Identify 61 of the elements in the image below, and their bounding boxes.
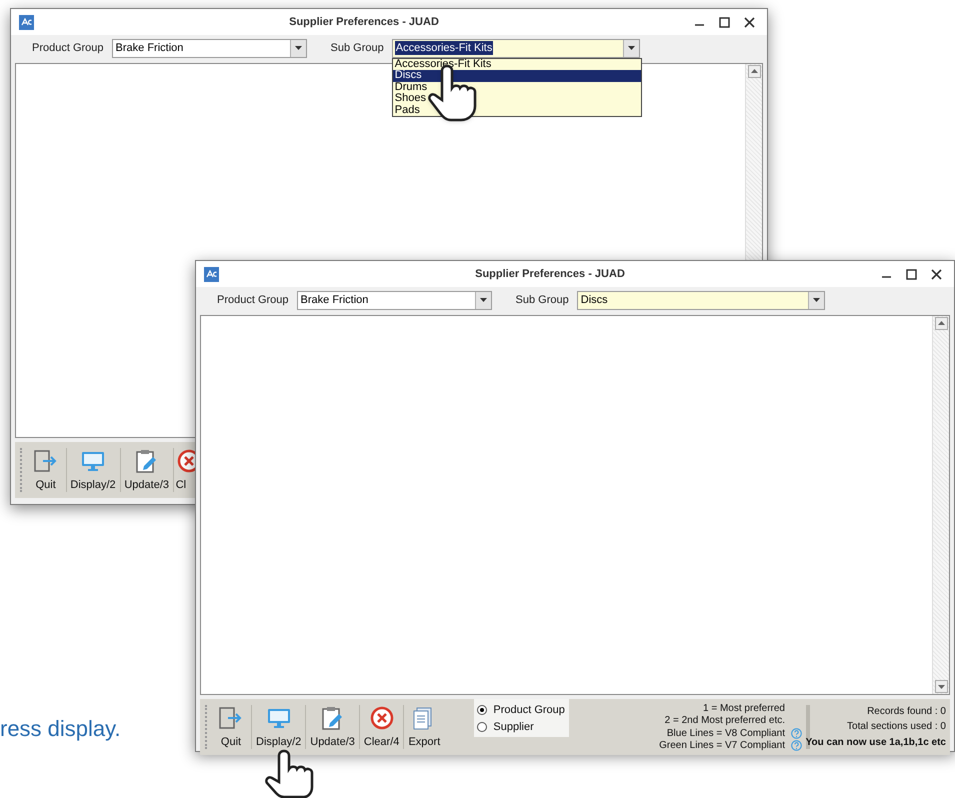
dropdown-button[interactable] — [622, 40, 639, 56]
caret-icon — [480, 298, 487, 302]
legend-text: 2 = 2nd Most preferred etc. — [664, 714, 785, 728]
dropdown-field[interactable]: Brake Friction — [296, 290, 492, 310]
caret-icon — [812, 298, 820, 302]
dropdown-field[interactable]: Discs — [576, 290, 825, 310]
field-label: Sub Group — [516, 292, 569, 308]
radio-button[interactable] — [477, 722, 488, 732]
dropdown-field[interactable]: Brake Friction — [112, 38, 307, 58]
dropdown-option[interactable]: Pads — [392, 104, 641, 116]
letters-mark-icon — [21, 18, 32, 26]
caret-icon — [294, 46, 302, 50]
field-value: Brake Friction — [300, 293, 370, 307]
exit-door-icon — [218, 706, 244, 730]
dropdown-button[interactable] — [290, 40, 306, 56]
field-value: Brake Friction — [114, 41, 184, 55]
toolbar-button[interactable]: Update/3 — [306, 699, 359, 755]
sections-used-text: Total sections used : 0 — [847, 720, 946, 734]
dropdown-button[interactable] — [808, 292, 824, 308]
dropdown-option[interactable]: Accessories-Fit Kits — [392, 58, 641, 70]
records-found-text: Records found : 0 — [867, 705, 946, 719]
cancel-circle-icon — [368, 706, 395, 730]
toolbar-button[interactable]: Quit — [26, 442, 66, 498]
radio-option[interactable]: Product Group — [477, 702, 570, 718]
dropdown-button[interactable] — [474, 292, 491, 308]
window-title: Supplier Preferences - JUAD — [474, 266, 626, 282]
toolbar-button[interactable]: Export — [404, 699, 444, 755]
hint-text: You can now use 1a,1b,1c etc — [806, 736, 946, 750]
radio-option[interactable]: Supplier — [477, 718, 570, 735]
legend-text: 1 = Most preferred — [703, 702, 785, 716]
field-label: Product Group — [217, 292, 289, 308]
dropdown-option[interactable]: Discs — [392, 70, 641, 82]
legend-text: Blue Lines = V8 Compliant — [666, 726, 785, 740]
toolbar-button[interactable]: Update/3 — [120, 442, 174, 498]
radio-button[interactable] — [477, 705, 488, 716]
maximize-icon[interactable] — [906, 268, 917, 280]
toolbar-grip[interactable] — [205, 705, 208, 749]
scroll-down-button[interactable] — [934, 680, 948, 693]
scroll-up-button[interactable] — [934, 317, 948, 330]
dropdown-option[interactable]: Shoes — [392, 93, 641, 104]
field-value: Discs — [580, 293, 609, 307]
caret-icon — [628, 46, 635, 50]
field-value: Accessories-Fit Kits — [394, 41, 494, 55]
close-icon[interactable] — [744, 16, 755, 28]
dropdown-option[interactable]: Drums — [392, 82, 641, 93]
field-label: Product Group — [32, 40, 104, 56]
scrollbar[interactable] — [932, 316, 949, 694]
letters-mark-icon — [206, 270, 217, 278]
scrollbar[interactable] — [745, 64, 762, 260]
legend-text: Green Lines = V7 Compliant — [659, 739, 785, 754]
scroll-up-button[interactable] — [748, 65, 760, 78]
toolbar-grip[interactable] — [20, 448, 23, 492]
toolbar-button[interactable]: Quit — [211, 699, 251, 755]
field-label: Sub Group — [330, 40, 384, 56]
maximize-icon[interactable] — [719, 16, 730, 28]
exit-door-icon — [32, 448, 59, 472]
window-title: Supplier Preferences - JUAD — [288, 14, 440, 30]
caption-text: ress display. — [0, 715, 121, 743]
toolbar-button[interactable]: Display/2 — [66, 442, 120, 498]
close-icon[interactable] — [931, 268, 942, 280]
toolbar-button[interactable]: Clear/4 — [360, 699, 404, 755]
